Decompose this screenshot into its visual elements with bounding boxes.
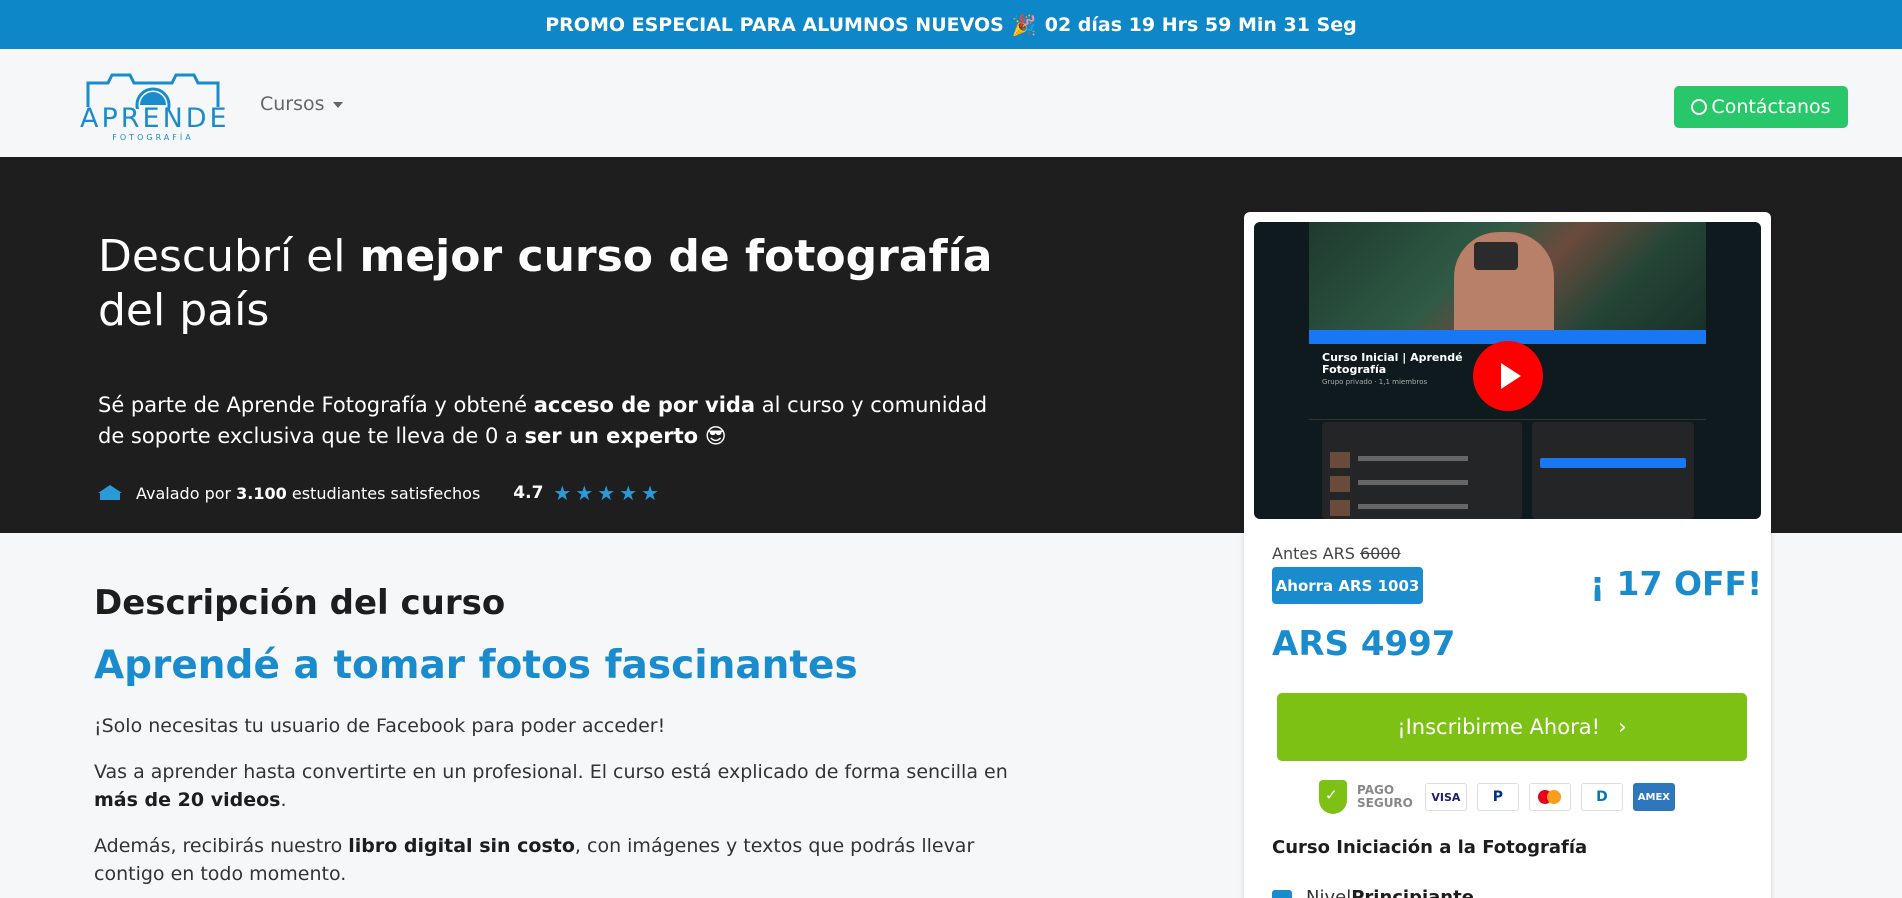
visa-icon: VISA: [1424, 783, 1467, 811]
hero-title: Descubrí el mejor curso de fotografía de…: [98, 230, 1038, 338]
video-lessons-panel: [1322, 422, 1522, 519]
hero-description: Sé parte de Aprende Fotografía y obtené …: [98, 390, 1018, 452]
original-price: Antes ARS 6000: [1272, 544, 1401, 563]
hero-text-highlight: ser un experto: [524, 424, 699, 448]
chevron-down-icon: [332, 101, 343, 108]
description-paragraph: ¡Solo necesitas tu usuario de Facebook p…: [94, 715, 666, 737]
proof-text: Avalado por 3.100 estudiantes satisfecho…: [136, 484, 480, 503]
contact-button[interactable]: Contáctanos: [1674, 86, 1848, 128]
logo-wordmark: APRENDE: [80, 103, 230, 134]
secure-payment-line: SEGURO: [1357, 796, 1413, 810]
cursos-dropdown[interactable]: Cursos: [260, 93, 343, 115]
promo-bar: PROMO ESPECIAL PARA ALUMNOS NUEVOS 🎉 02 …: [0, 0, 1902, 49]
section-title: Descripción del curso: [94, 583, 506, 623]
pricing-card: Curso Inicial | Aprendé Fotografía Grupo…: [1244, 212, 1771, 898]
logo-subtitle: FOTOGRAFÍA: [112, 133, 194, 142]
course-name: Curso Iniciación a la Fotografía: [1272, 837, 1588, 858]
course-level: Nivel Principiante: [1272, 887, 1672, 898]
enroll-button[interactable]: ¡Inscribirme Ahora! ›: [1277, 693, 1747, 761]
hero-text-highlight: acceso de por vida: [533, 393, 756, 417]
whatsapp-icon: [1691, 99, 1708, 115]
diners-club-icon: D: [1580, 783, 1623, 811]
course-video-thumbnail[interactable]: Curso Inicial | Aprendé Fotografía Grupo…: [1254, 222, 1761, 519]
party-popper-icon: 🎉: [1011, 12, 1037, 37]
paragraph-highlight: libro digital sin costo: [348, 835, 575, 857]
level-value: Principiante: [1351, 887, 1474, 898]
graduation-cap-icon: [98, 485, 122, 501]
video-lesson-row: [1330, 500, 1514, 516]
hero-title-part: Descubrí el: [98, 231, 360, 282]
video-camera-image: [1474, 242, 1518, 270]
star-icon: ★: [641, 481, 660, 505]
enroll-label: ¡Inscribirme Ahora!: [1397, 715, 1600, 739]
video-units-panel: [1532, 422, 1694, 519]
rating-stars: ★ ★ ★ ★ ★: [553, 483, 659, 503]
section-subtitle: Aprendé a tomar fotos fascinantes: [94, 643, 858, 688]
star-icon: ★: [597, 481, 616, 505]
savings-badge: Ahorra ARS 1003: [1272, 567, 1423, 604]
cursos-label: Cursos: [260, 93, 325, 115]
star-icon: ★: [619, 481, 638, 505]
level-label: Nivel: [1306, 887, 1352, 898]
shield-check-icon: [1319, 780, 1347, 814]
paypal-icon: P: [1476, 783, 1519, 811]
student-count: 3.100: [236, 483, 287, 503]
secure-payment-line: PAGO: [1357, 783, 1395, 797]
hero-title-highlight: mejor curso de fotografía: [359, 231, 993, 282]
original-price-label: Antes ARS: [1272, 544, 1360, 563]
video-group-subtitle: Grupo privado · 1,1 miembros: [1322, 378, 1428, 386]
site-logo[interactable]: APRENDE FOTOGRAFÍA: [80, 69, 230, 142]
sunglasses-emoji-icon: 😎: [704, 424, 727, 448]
star-icon: ★: [553, 481, 572, 505]
contact-label: Contáctanos: [1711, 96, 1831, 118]
promo-countdown: 02 días 19 Hrs 59 Min 31 Seg: [1044, 13, 1357, 36]
current-price: ARS 4997: [1272, 624, 1456, 664]
paragraph-part: Vas a aprender hasta convertirte en un p…: [94, 761, 1008, 783]
top-navigation: APRENDE FOTOGRAFÍA Cursos Contáctanos: [0, 49, 1902, 157]
payment-methods: PAGOSEGURO VISA P D AMEX: [1319, 780, 1675, 814]
secure-payment-label: PAGO SEGURO: [1357, 784, 1413, 810]
proof-text-part: Avalado por: [136, 483, 237, 503]
hero-text-part: Sé parte de Aprende Fotografía y obtené: [98, 393, 534, 417]
level-icon: [1272, 889, 1292, 898]
video-lesson-row: [1330, 452, 1514, 468]
discount-label: ¡ 17 OFF!: [1590, 564, 1763, 603]
original-price-value: 6000: [1359, 544, 1401, 563]
description-paragraph: Vas a aprender hasta convertirte en un p…: [94, 758, 1014, 814]
hero-title-part: del país: [98, 285, 270, 336]
star-icon: ★: [575, 481, 594, 505]
paragraph-part: Además, recibirás nuestro: [94, 835, 349, 857]
proof-text-part: estudiantes satisfechos: [286, 483, 481, 503]
amex-icon: AMEX: [1632, 783, 1675, 811]
paragraph-highlight: más de 20 videos: [94, 789, 281, 811]
video-lesson-row: [1330, 476, 1514, 492]
social-proof: Avalado por 3.100 estudiantes satisfecho…: [98, 483, 659, 503]
mastercard-icon: [1528, 783, 1571, 811]
chevron-right-icon: ›: [1618, 714, 1627, 740]
description-paragraph: Además, recibirás nuestro libro digital …: [94, 832, 1014, 888]
rating-value: 4.7: [513, 483, 544, 503]
play-icon[interactable]: [1473, 341, 1543, 411]
promo-text: PROMO ESPECIAL PARA ALUMNOS NUEVOS: [545, 13, 1004, 36]
paragraph-part: .: [280, 789, 287, 811]
